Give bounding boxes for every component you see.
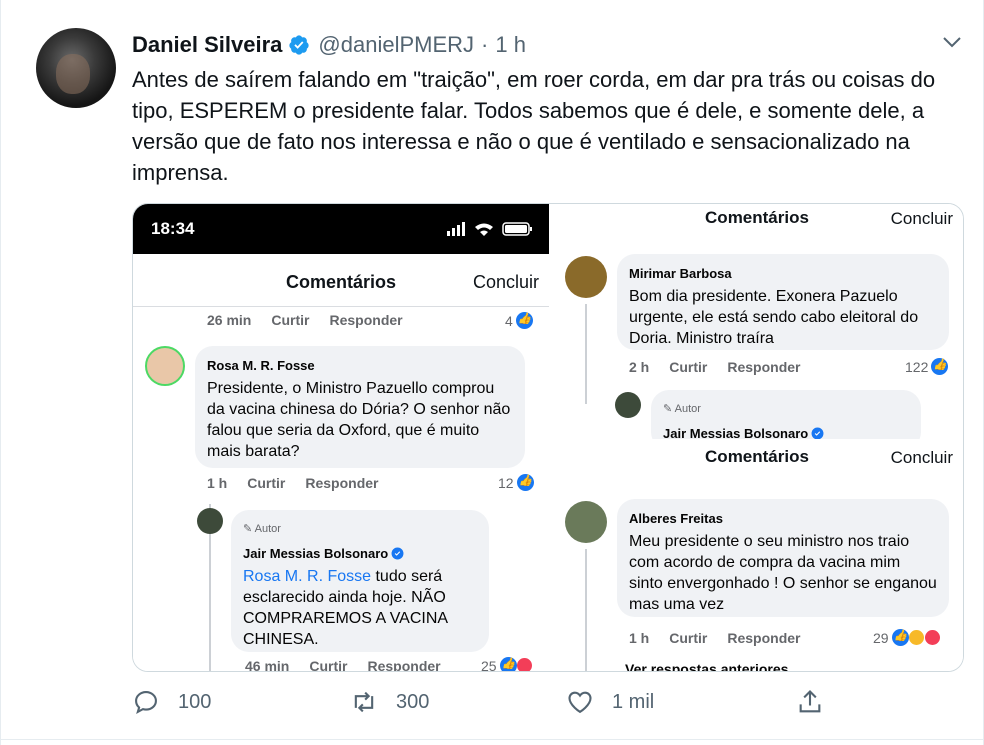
reply-avatar bbox=[615, 392, 641, 418]
verified-badge-icon bbox=[391, 547, 404, 560]
author-tag: ✎ Autor bbox=[243, 523, 281, 535]
comment-bubble: Alberes Freitas Meu presidente o seu min… bbox=[617, 499, 949, 617]
reply-icon bbox=[135, 691, 157, 715]
view-previous-replies: Ver respostas anteriores bbox=[625, 661, 789, 672]
author-avatar[interactable] bbox=[36, 28, 116, 108]
reaction-count: 29 bbox=[873, 629, 941, 646]
reply-text: Rosa M. R. Fosse tudo será esclarecido a… bbox=[243, 568, 448, 648]
haha-reaction-icon bbox=[907, 629, 925, 646]
done-button: Concluir bbox=[472, 272, 539, 292]
comment-meta: 26 min Curtir Responder bbox=[207, 312, 403, 328]
verified-badge-icon bbox=[289, 35, 310, 55]
share-button[interactable] bbox=[796, 688, 824, 716]
chevron-down-icon[interactable] bbox=[940, 30, 964, 54]
comment-meta: 2 h Curtir Responder bbox=[629, 359, 801, 375]
reply-avatar bbox=[197, 508, 223, 534]
reaction-count: 4 bbox=[505, 312, 533, 329]
like-reaction-icon bbox=[931, 358, 949, 375]
tweet-actions: 100 300 1 mil bbox=[132, 688, 852, 724]
retweet-icon bbox=[354, 691, 374, 713]
tweet-media-image[interactable]: 18:34 Comentários Concluir 26 min Curtir R… bbox=[132, 203, 964, 672]
reaction-count: 25 bbox=[481, 657, 533, 671]
divider bbox=[133, 306, 549, 307]
done-button: Concluir bbox=[890, 209, 953, 228]
like-reaction-icon bbox=[499, 657, 517, 671]
like-button[interactable]: 1 mil bbox=[566, 688, 654, 716]
comment-bubble: Rosa M. R. Fosse Presidente, o Ministro … bbox=[195, 346, 525, 468]
love-reaction-icon bbox=[515, 657, 533, 671]
phone-status-bar: 18:34 bbox=[133, 204, 549, 254]
comment-author: Alberes Freitas bbox=[629, 511, 723, 526]
comment-author: Rosa M. R. Fosse bbox=[207, 358, 315, 373]
comment-author: Mirimar Barbosa bbox=[629, 266, 732, 281]
done-button: Concluir bbox=[890, 448, 953, 467]
screenshot-right-top: Comentários Concluir Mirimar Barbosa Bom… bbox=[549, 204, 963, 450]
reply-author: Jair Messias Bolsonaro bbox=[243, 543, 477, 564]
thread-line bbox=[585, 549, 587, 671]
separator-dot: · bbox=[481, 32, 489, 57]
reply-count: 100 bbox=[178, 690, 212, 713]
commenter-avatar bbox=[145, 346, 185, 386]
comment-meta: 1 h Curtir Responder bbox=[629, 630, 801, 646]
retweet-button[interactable]: 300 bbox=[350, 688, 429, 716]
love-reaction-icon bbox=[923, 629, 941, 646]
tweet-header: Daniel Silveira @danielPMERJ · 1 h bbox=[132, 30, 526, 60]
comment-text: Presidente, o Ministro Pazuello comprou … bbox=[207, 380, 511, 460]
signal-wifi-battery-icon bbox=[447, 222, 532, 236]
tweet-text: Antes de saírem falando em "traição", em… bbox=[132, 67, 936, 185]
reply-meta: 46 min Curtir Responder bbox=[245, 658, 441, 672]
author-tag: ✎ Autor bbox=[663, 403, 701, 415]
reaction-count: 12 bbox=[498, 474, 534, 491]
comment-text: Meu presidente o seu ministro nos traio … bbox=[629, 533, 937, 613]
like-reaction-icon bbox=[891, 629, 909, 646]
author-handle[interactable]: @danielPMERJ bbox=[318, 32, 474, 58]
reply-bubble: ✎ Autor Jair Messias Bolsonaro Rosa M. R… bbox=[231, 510, 489, 652]
screenshot-right-bottom: Comentários Concluir Alberes Freitas Meu… bbox=[549, 439, 963, 672]
tweet-timestamp[interactable]: 1 h bbox=[495, 32, 526, 58]
retweet-count: 300 bbox=[396, 690, 430, 713]
commenter-avatar bbox=[565, 256, 607, 298]
screenshot-left: 18:34 Comentários Concluir 26 min Curtir R… bbox=[133, 204, 549, 672]
comment-meta: 1 h Curtir Responder bbox=[207, 475, 379, 491]
comment-bubble: Mirimar Barbosa Bom dia presidente. Exon… bbox=[617, 254, 949, 350]
like-reaction-icon bbox=[516, 474, 534, 491]
like-count: 1 mil bbox=[612, 690, 655, 713]
comment-text: Bom dia presidente. Exonera Pazuelo urge… bbox=[629, 288, 919, 347]
bottom-divider bbox=[0, 739, 984, 740]
author-name[interactable]: Daniel Silveira bbox=[132, 32, 282, 58]
reaction-count: 122 bbox=[905, 358, 949, 375]
reply-button[interactable]: 100 bbox=[132, 688, 211, 716]
share-icon bbox=[799, 690, 821, 713]
like-reaction-icon bbox=[515, 312, 533, 329]
status-time: 18:34 bbox=[151, 219, 195, 238]
thread-line bbox=[585, 304, 587, 404]
commenter-avatar bbox=[565, 501, 607, 543]
heart-icon bbox=[568, 691, 592, 714]
